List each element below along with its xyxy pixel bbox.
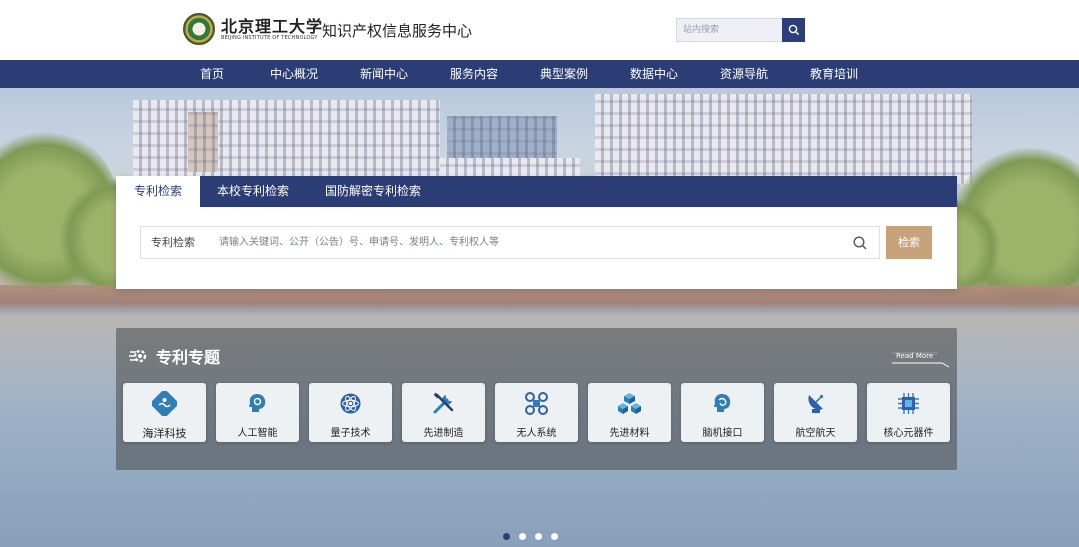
- tab-patent-search[interactable]: 专利检索: [116, 176, 200, 207]
- patent-topics-panel: 专利专题 Read More 海洋科技 人工智能 量子技术 先进制造 无人系统 …: [116, 328, 957, 470]
- university-name-cn[interactable]: 北京理工大学: [221, 13, 323, 37]
- patent-search-box: 专利检索: [140, 226, 880, 259]
- tab-defense-patent-search[interactable]: 国防解密专利检索: [313, 176, 433, 207]
- university-emblem-logo[interactable]: [183, 13, 215, 45]
- topic-card-manufacturing[interactable]: 先进制造: [402, 383, 485, 442]
- nav-item-training[interactable]: 教育培训: [810, 60, 858, 88]
- search-icon[interactable]: [852, 235, 868, 251]
- patent-search-panel: 专利检索 本校专利检索 国防解密专利检索 专利检索 检索: [116, 176, 957, 289]
- ocean-icon: [152, 391, 177, 416]
- tab-school-patent-search[interactable]: 本校专利检索: [208, 176, 298, 207]
- site-search-button[interactable]: [782, 18, 805, 42]
- slider-dot-2[interactable]: [519, 533, 526, 540]
- quantum-icon: [340, 393, 361, 414]
- lake-shore: [0, 285, 1079, 315]
- nav-item-cases[interactable]: 典型案例: [540, 60, 588, 88]
- topic-label: 人工智能: [237, 428, 278, 439]
- nav-item-news[interactable]: 新闻中心: [360, 60, 408, 88]
- slider-dot-3[interactable]: [535, 533, 542, 540]
- read-more-link[interactable]: Read More: [892, 351, 950, 368]
- topic-card-ai[interactable]: 人工智能: [216, 383, 299, 442]
- topic-card-bci[interactable]: 脑机接口: [681, 383, 764, 442]
- site-title[interactable]: 知识产权信息服务中心: [322, 20, 472, 41]
- topic-label: 海洋科技: [142, 427, 187, 440]
- hero-banner-image: [0, 88, 1079, 547]
- main-nav: 首页 中心概况 新闻中心 服务内容 典型案例 数据中心 资源导航 教育培训: [0, 60, 1079, 88]
- nav-item-data-center[interactable]: 数据中心: [630, 60, 678, 88]
- drone-icon: [525, 392, 548, 415]
- nav-item-home[interactable]: 首页: [200, 60, 224, 88]
- topic-card-materials[interactable]: 先进材料: [588, 383, 671, 442]
- topic-label: 航空航天: [795, 428, 836, 439]
- topic-card-quantum[interactable]: 量子技术: [309, 383, 392, 442]
- patent-topics-title: 专利专题: [156, 348, 221, 367]
- topic-label: 先进制造: [423, 428, 464, 439]
- brain-icon: [714, 394, 731, 412]
- topic-card-unmanned[interactable]: 无人系统: [495, 383, 578, 442]
- topic-card-core-components[interactable]: 核心元器件: [867, 383, 950, 442]
- search-tabs: 专利检索 本校专利检索 国防解密专利检索: [116, 176, 957, 207]
- nav-item-resources[interactable]: 资源导航: [720, 60, 768, 88]
- gear-arrows-icon: [129, 349, 147, 363]
- cubes-icon: [618, 393, 641, 414]
- search-icon: [788, 24, 799, 36]
- slider-dot-1[interactable]: [503, 533, 510, 540]
- site-header: 北京理工大学 BEIJING INSTITUTE OF TECHNOLOGY 知…: [0, 0, 1079, 60]
- read-more-label: Read More: [896, 352, 934, 360]
- topic-card-ocean[interactable]: 海洋科技: [123, 383, 206, 442]
- chip-icon: [898, 393, 919, 414]
- patent-search-input[interactable]: [219, 231, 839, 254]
- satellite-icon: [808, 394, 824, 413]
- campus-building: [133, 100, 440, 180]
- topic-label: 无人系统: [516, 428, 557, 439]
- slider-dot-4[interactable]: [551, 533, 558, 540]
- campus-building-right: [595, 94, 972, 184]
- search-type-select[interactable]: 专利检索: [151, 227, 195, 258]
- campus-building-facade: [188, 112, 218, 172]
- tools-icon: [433, 392, 454, 414]
- ai-head-icon: [249, 394, 266, 412]
- topic-label: 先进材料: [609, 428, 650, 439]
- topic-label: 脑机接口: [702, 428, 743, 439]
- topic-label: 核心元器件: [883, 428, 934, 439]
- university-name-en: BEIJING INSTITUTE OF TECHNOLOGY: [221, 35, 318, 41]
- nav-item-about[interactable]: 中心概况: [270, 60, 318, 88]
- topic-card-aerospace[interactable]: 航空航天: [774, 383, 857, 442]
- topic-label: 量子技术: [330, 428, 371, 439]
- nav-item-services[interactable]: 服务内容: [450, 60, 498, 88]
- site-search-input[interactable]: [676, 18, 782, 42]
- patent-search-button[interactable]: 检索: [886, 226, 932, 259]
